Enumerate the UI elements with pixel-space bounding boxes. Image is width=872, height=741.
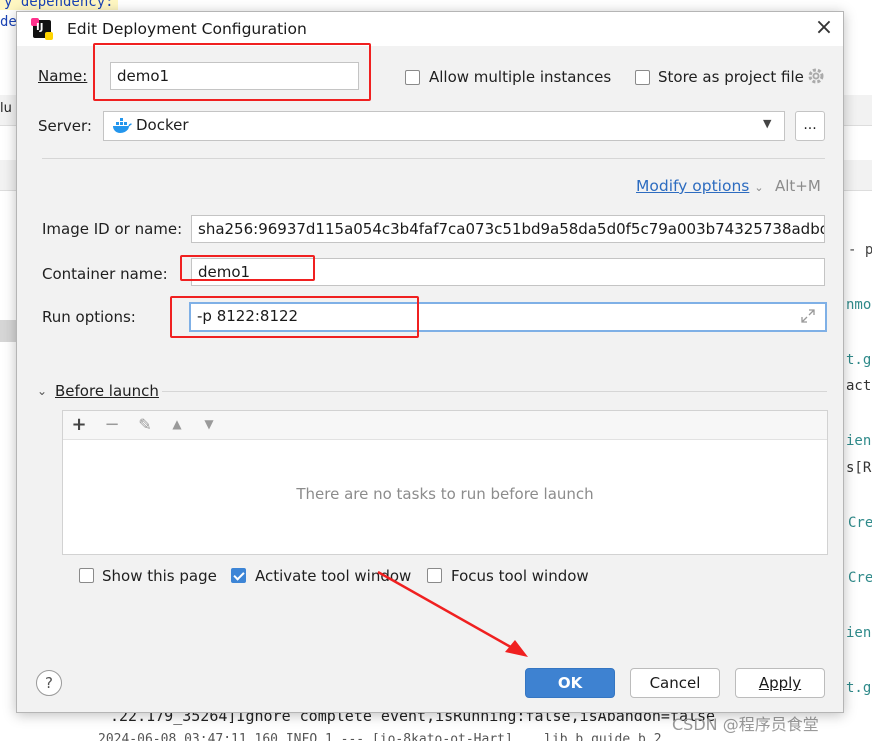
annotation-arrow [377, 570, 528, 657]
